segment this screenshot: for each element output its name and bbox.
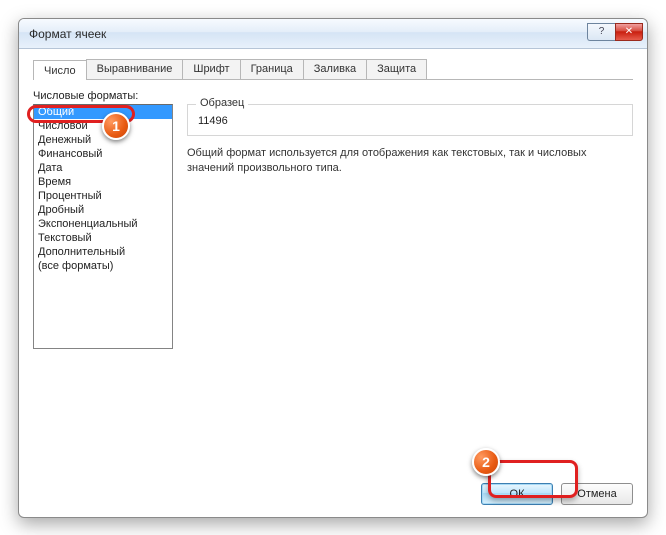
window-title: Формат ячеек xyxy=(29,27,587,41)
close-button[interactable]: ✕ xyxy=(615,23,643,41)
tab-2[interactable]: Шрифт xyxy=(182,59,240,79)
tab-0[interactable]: Число xyxy=(33,60,87,80)
format-list-label: Числовые форматы: xyxy=(33,90,173,102)
sample-group: Образец 11496 xyxy=(187,104,633,136)
ok-button[interactable]: ОК xyxy=(481,483,553,505)
format-description: Общий формат используется для отображени… xyxy=(187,146,633,176)
format-item[interactable]: Финансовый xyxy=(34,147,172,161)
tab-bar: ЧислоВыравниваниеШрифтГраницаЗаливкаЗащи… xyxy=(33,59,633,80)
tab-5[interactable]: Защита xyxy=(366,59,427,79)
sample-legend: Образец xyxy=(196,97,248,109)
format-item[interactable]: Общий xyxy=(34,105,172,119)
format-item[interactable]: (все форматы) xyxy=(34,259,172,273)
format-listbox[interactable]: ОбщийЧисловойДенежныйФинансовыйДатаВремя… xyxy=(33,104,173,349)
dialog-content: ЧислоВыравниваниеШрифтГраницаЗаливкаЗащи… xyxy=(19,49,647,517)
format-item[interactable]: Дополнительный xyxy=(34,245,172,259)
format-cells-dialog: Формат ячеек ? ✕ ЧислоВыравниваниеШрифтГ… xyxy=(18,18,648,518)
format-item[interactable]: Время xyxy=(34,175,172,189)
format-item[interactable]: Экспоненциальный xyxy=(34,217,172,231)
tab-4[interactable]: Заливка xyxy=(303,59,367,79)
format-item[interactable]: Числовой xyxy=(34,119,172,133)
format-item[interactable]: Денежный xyxy=(34,133,172,147)
format-item[interactable]: Текстовый xyxy=(34,231,172,245)
format-item[interactable]: Дата xyxy=(34,161,172,175)
format-item[interactable]: Процентный xyxy=(34,189,172,203)
cancel-button[interactable]: Отмена xyxy=(561,483,633,505)
sample-value: 11496 xyxy=(198,111,622,127)
tab-3[interactable]: Граница xyxy=(240,59,304,79)
titlebar[interactable]: Формат ячеек ? ✕ xyxy=(19,19,647,49)
close-icon: ✕ xyxy=(625,26,633,37)
help-button[interactable]: ? xyxy=(587,23,615,41)
help-icon: ? xyxy=(599,26,605,37)
tab-1[interactable]: Выравнивание xyxy=(86,59,184,79)
format-item[interactable]: Дробный xyxy=(34,203,172,217)
